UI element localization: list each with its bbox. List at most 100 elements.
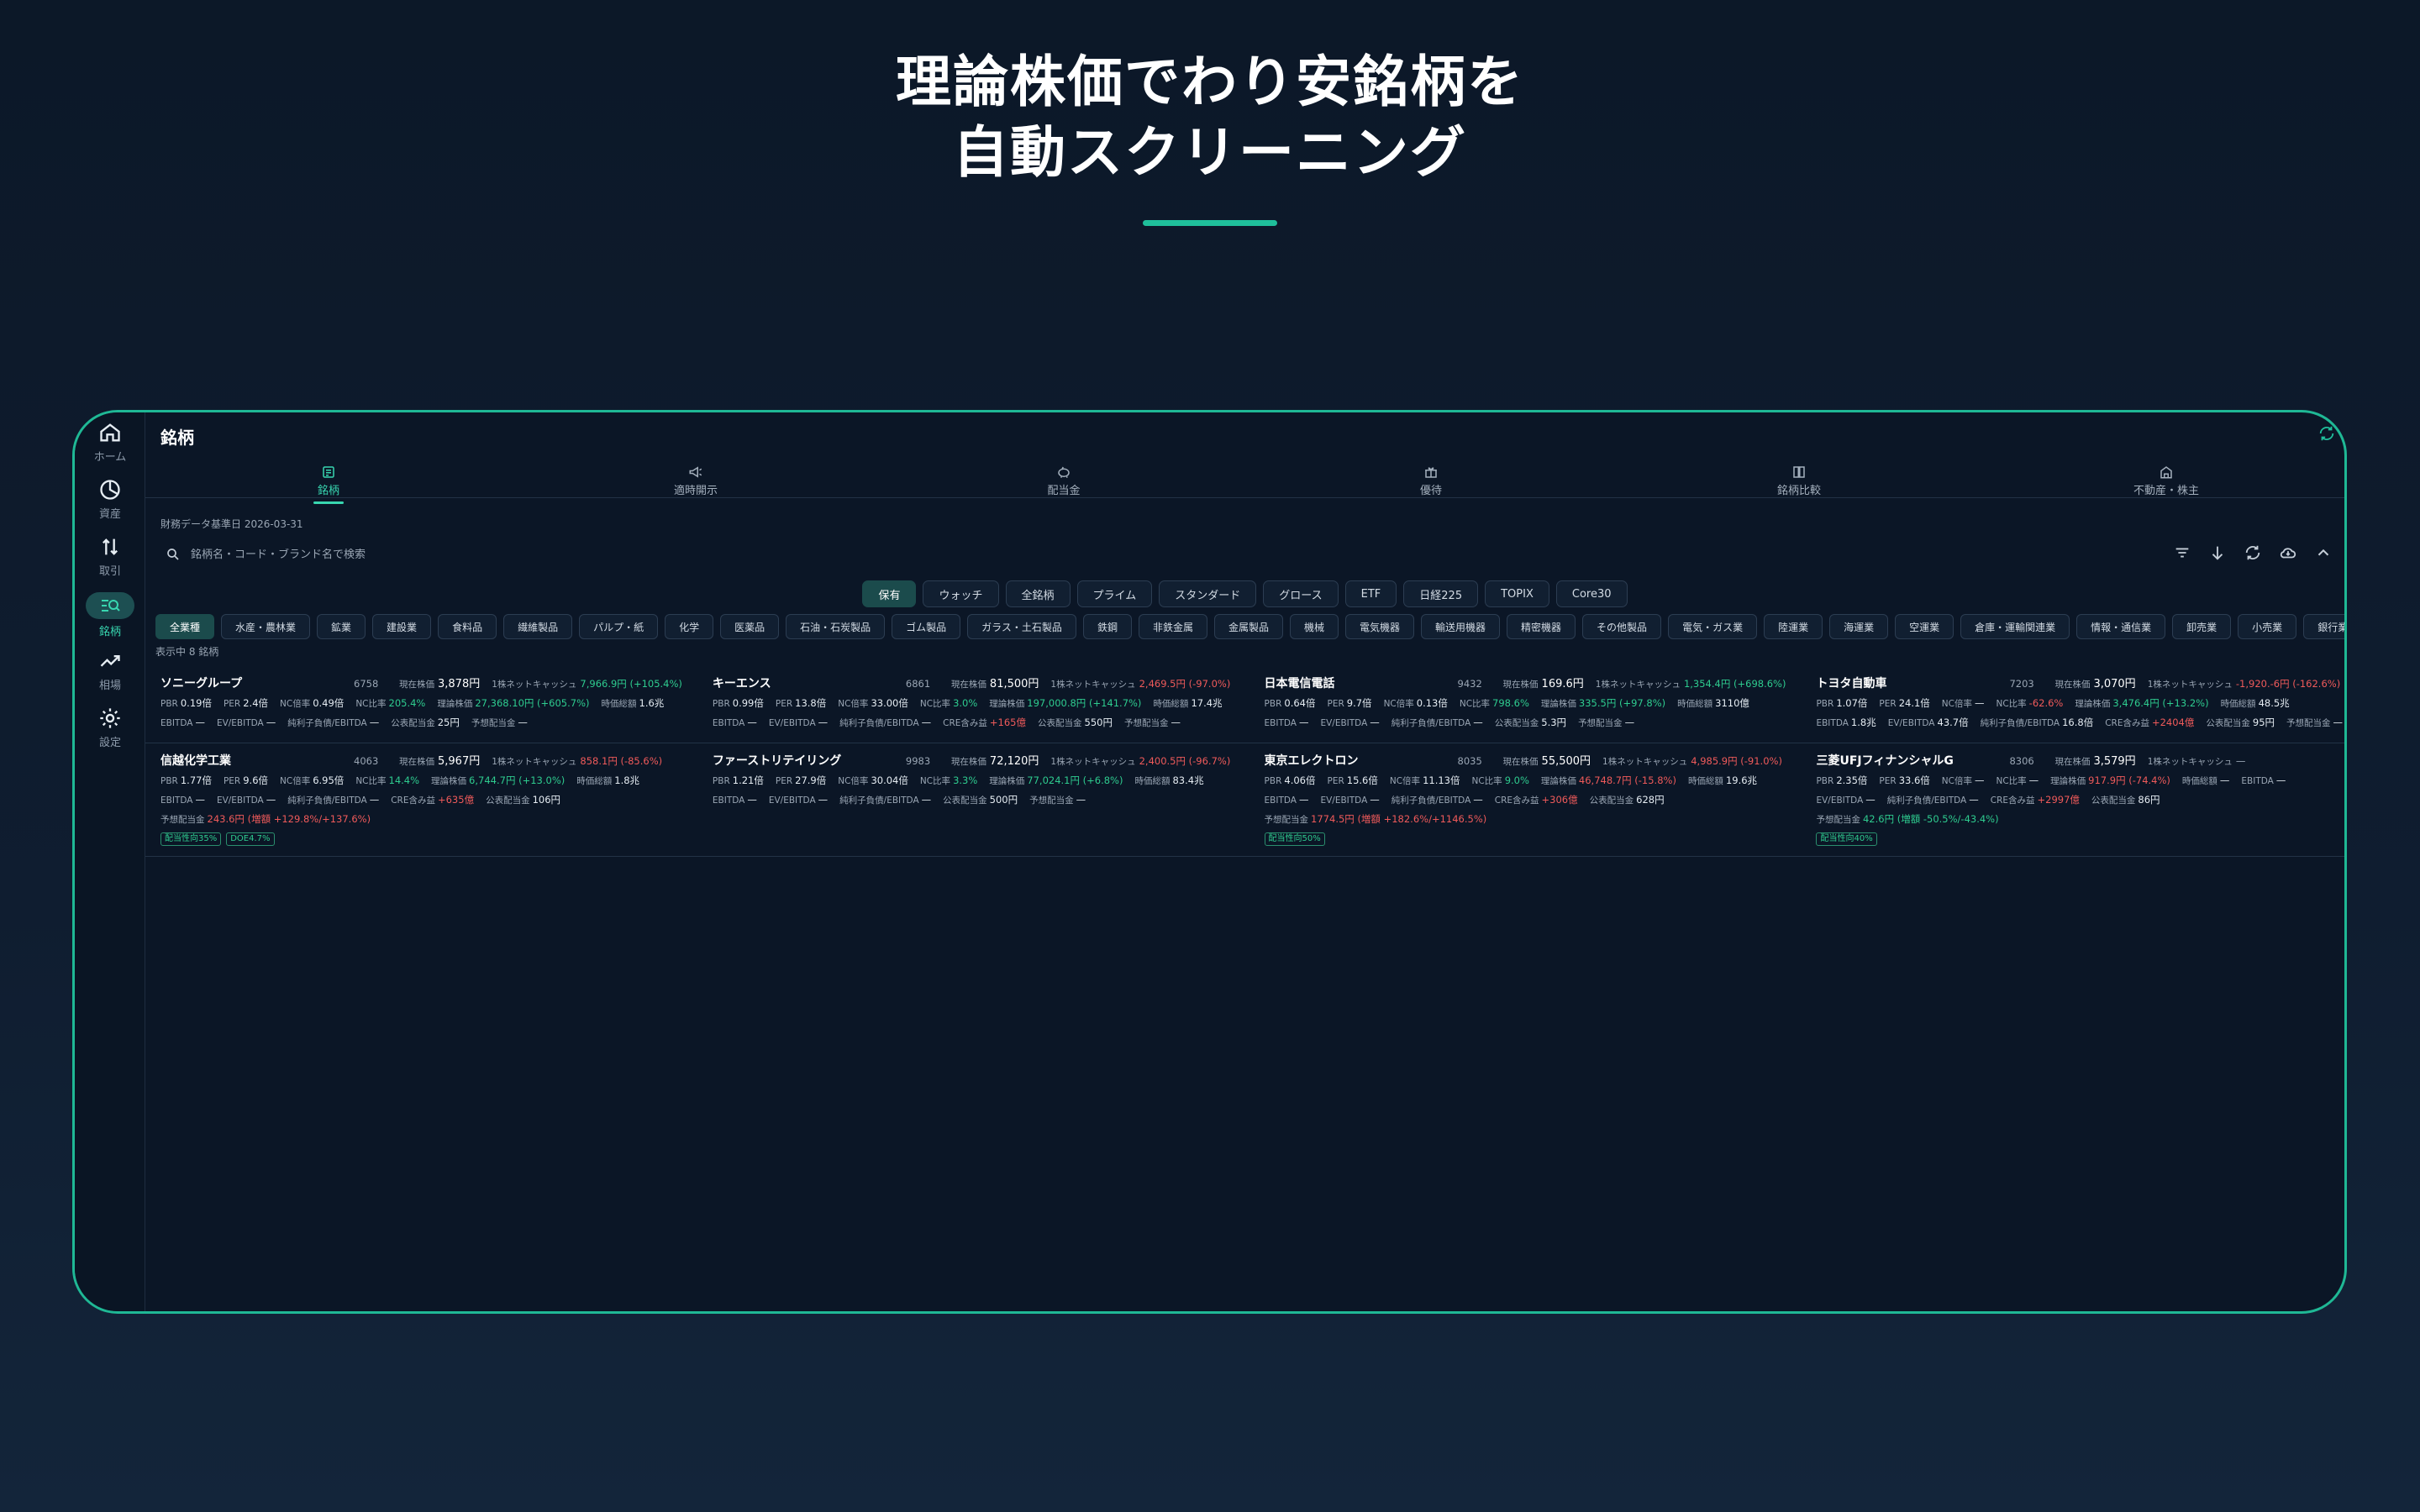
sector-chip[interactable]: 陸運業 [1764,614,1823,639]
tab-disclosure[interactable]: 適時開示 [629,465,763,497]
stock-code: 9983 [905,755,931,767]
sector-chip[interactable]: 全業種 [155,614,215,639]
nav-settings[interactable]: 設定 [75,706,145,749]
stock-card[interactable]: ソニーグループ 6758 現在株価 3,878円 1株ネットキャッシュ 7,966.9円 … [145,666,697,743]
stock-card[interactable]: 三菱UFJフィナンシャルG 8306 現在株価 3,579円 1株ネットキャッシュ — PB… [1801,743,2344,857]
filter-chip-etf[interactable]: ETF [1344,580,1397,607]
metric-value: 48.5兆 [2258,697,2290,709]
metric-label: 純利子負債/EBITDA [1886,795,1967,806]
refresh-icon[interactable] [2244,543,2262,562]
metric-value: — [818,794,829,806]
metric-label: NC倍率 [1941,776,1972,786]
sector-chip[interactable]: 電気・ガス業 [1668,614,1758,639]
netcash-value: 1,354.4円 (+698.6%) [1683,678,1786,690]
sector-chip[interactable]: 非鉄金属 [1138,614,1207,639]
metric-label: 時価総額 [1134,776,1171,786]
sector-chip[interactable]: 鉄鋼 [1082,614,1132,639]
metric-label: 理論株価 [431,776,467,786]
sector-chip[interactable]: 倉庫・運輸関連業 [1960,614,2070,639]
chevron-up-icon[interactable] [2314,543,2333,562]
sector-chip[interactable]: 繊維製品 [503,614,573,639]
metric-value: +2404億 [2151,717,2195,728]
metric-value: 9.0% [1504,774,1529,786]
metric-value: 43.7倍 [1937,717,1969,728]
metric-label: NC比率 [355,776,387,786]
sector-chip[interactable]: 卸売業 [2172,614,2232,639]
stock-card-header: 信越化学工業 4063 現在株価 5,967円 1株ネットキャッシュ 858.1円 (-8… [160,752,682,771]
result-count: 表示中 8 銘柄 [155,646,219,658]
filter-chip-holdings[interactable]: 保有 [862,580,917,607]
gear-icon [100,708,120,728]
sector-chip[interactable]: 精密機器 [1507,614,1576,639]
status-badge: DOE4.7% [226,832,275,846]
nav-screener[interactable]: 銘柄 [75,592,145,638]
sector-chip[interactable]: 空運業 [1895,614,1954,639]
sector-chip[interactable]: 鉱業 [317,614,366,639]
metric-value: 17.4兆 [1191,697,1223,709]
sector-chip[interactable]: ゴム製品 [892,614,961,639]
sector-chip[interactable]: 銀行業 [2303,614,2344,639]
sync-icon[interactable] [2317,424,2336,443]
search-input[interactable] [191,548,779,561]
metric-value: — [1624,717,1635,728]
filter-icon[interactable] [2173,543,2191,562]
tab-stocks[interactable]: 銘柄 [261,465,396,504]
metric-value: — [747,717,757,728]
stock-price: 169.6円 [1541,678,1584,690]
tab-realestate[interactable]: 不動産・株主 [2099,465,2233,497]
filter-chip-growth[interactable]: グロース [1263,580,1339,607]
metric-value: — [1171,717,1181,728]
stock-card[interactable]: キーエンス 6861 現在株価 81,500円 1株ネットキャッシュ 2,469.5円 (… [697,666,1249,743]
cloud-download-icon[interactable] [2279,543,2297,562]
stock-card[interactable]: 東京エレクトロン 8035 現在株価 55,500円 1株ネットキャッシュ 4,985.9… [1249,743,1802,857]
sector-chip[interactable]: その他製品 [1582,614,1662,639]
tab-benefits[interactable]: 優待 [1364,465,1498,497]
price-label: 現在株価 [950,680,986,690]
filter-chip-prime[interactable]: プライム [1076,580,1153,607]
sector-chip[interactable]: 海運業 [1829,614,1889,639]
filter-chip-core30[interactable]: Core30 [1555,580,1628,607]
sector-chip[interactable]: 石油・石炭製品 [786,614,886,639]
filter-chip-standard[interactable]: スタンダード [1159,580,1257,607]
sector-chip[interactable]: パルプ・紙 [579,614,659,639]
tab-compare[interactable]: 銘柄比較 [1732,465,1866,497]
nav-home[interactable]: ホーム [75,421,145,464]
stock-card[interactable]: ファーストリテイリング 9983 現在株価 72,120円 1株ネットキャッシュ 2,40… [697,743,1249,857]
sector-chip[interactable]: 輸送用機器 [1421,614,1501,639]
metric-value: — [369,794,380,806]
filter-chip-topix[interactable]: TOPIX [1485,580,1549,607]
stock-card[interactable]: 信越化学工業 4063 現在株価 5,967円 1株ネットキャッシュ 858.1円 (-8… [145,743,697,857]
sector-chip[interactable]: 機械 [1289,614,1339,639]
metric-label: 時価総額 [2220,699,2256,709]
sector-chip[interactable]: 金属製品 [1213,614,1283,639]
sector-chip[interactable]: ガラス・土石製品 [967,614,1076,639]
stock-card[interactable]: トヨタ自動車 7203 現在株価 3,070円 1株ネットキャッシュ -1,920.-6円… [1801,666,2344,743]
sort-down-icon[interactable] [2208,543,2227,562]
filter-chip-nikkei225[interactable]: 日経225 [1403,580,1479,607]
sector-chip[interactable]: 化学 [665,614,714,639]
metric-label: 公表配当金 [391,718,435,728]
stock-price: 72,120円 [989,755,1039,768]
netcash-label: 1株ネットキャッシュ [1595,680,1681,690]
tab-dividend[interactable]: 配当金 [997,465,1131,497]
nav-market[interactable]: 相場 [75,649,145,692]
tab-dividend-label: 配当金 [1047,485,1081,497]
sector-chip[interactable]: 医薬品 [720,614,780,639]
filter-chip-all[interactable]: 全銘柄 [1005,580,1071,607]
sector-chip[interactable]: 情報・通信業 [2076,614,2166,639]
stock-price: 55,500円 [1541,755,1591,768]
sector-chip[interactable]: 電気機器 [1345,614,1415,639]
metric-value: 14.4% [388,774,420,786]
sector-chip[interactable]: 建設業 [372,614,432,639]
stock-card[interactable]: 日本電信電話 9432 現在株価 169.6円 1株ネットキャッシュ 1,354.4円 (… [1249,666,1802,743]
nav-assets[interactable]: 資産 [75,478,145,521]
metric-label: CRE含み益 [2105,718,2149,728]
sector-chip[interactable]: 食料品 [438,614,497,639]
stock-price: 3,878円 [438,678,481,690]
metric-label: CRE含み益 [391,795,435,806]
metric-label: 理論株価 [2050,776,2086,786]
filter-chip-watch[interactable]: ウォッチ [923,580,999,607]
nav-trade[interactable]: 取引 [75,535,145,578]
sector-chip[interactable]: 小売業 [2238,614,2297,639]
sector-chip[interactable]: 水産・農林業 [221,614,311,639]
